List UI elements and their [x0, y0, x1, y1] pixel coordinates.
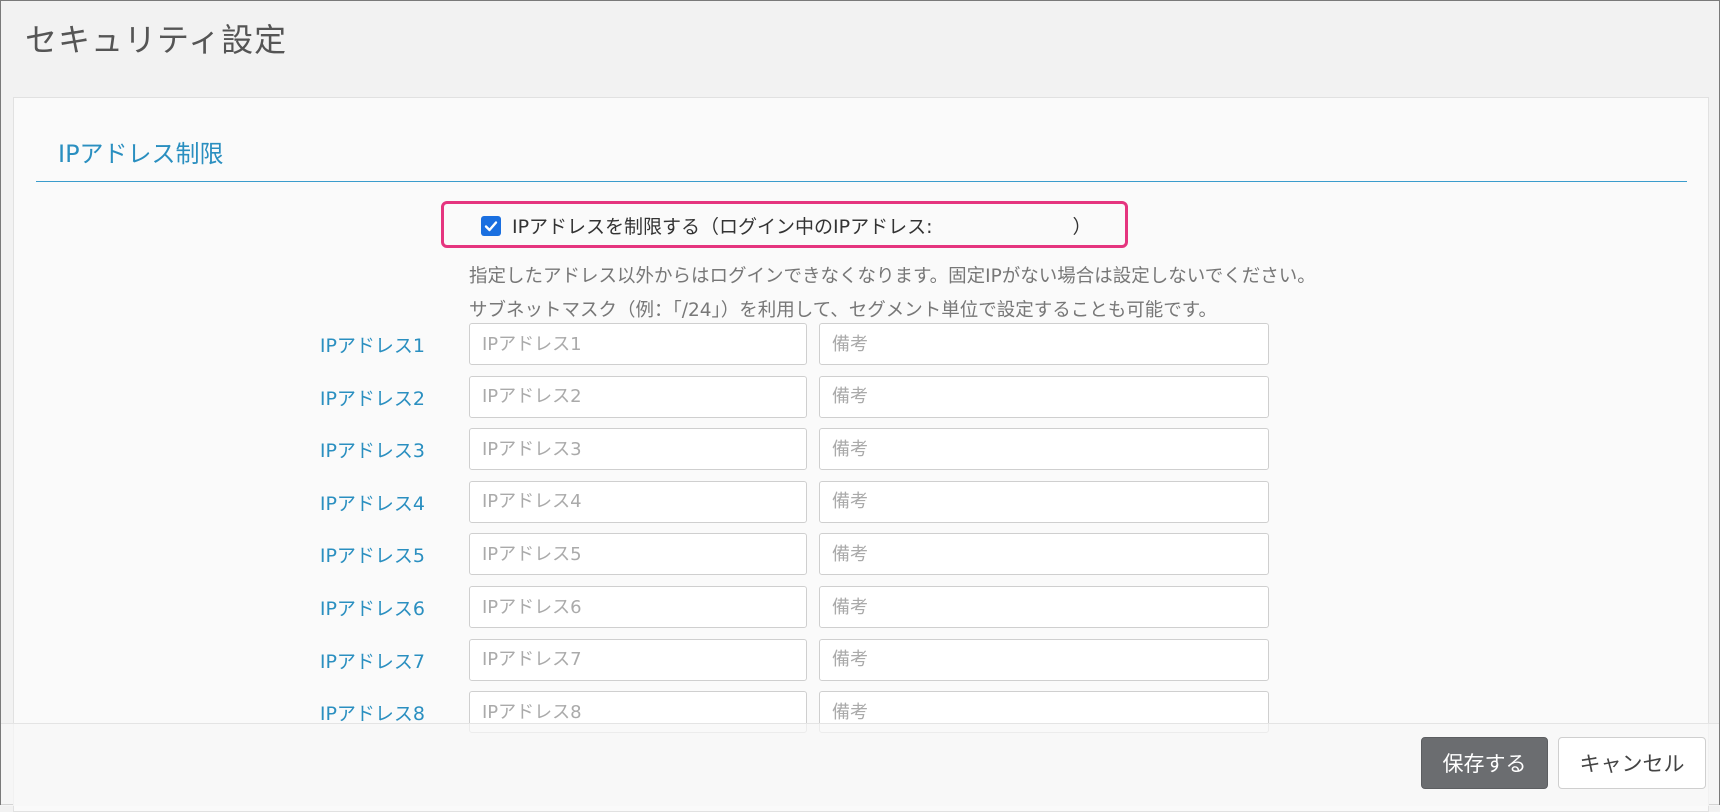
ip-address-input[interactable] — [469, 428, 807, 471]
section-divider — [36, 181, 1687, 182]
ip-address-input[interactable] — [469, 533, 807, 576]
note-input[interactable] — [819, 375, 1269, 418]
ip-restriction-panel: IPアドレス制限 IPアドレスを制限する（ログイン中のIPアドレス: ） 指定した… — [13, 97, 1709, 812]
checkmark-icon — [484, 221, 498, 232]
ip-address-row: IPアドレス7 — [14, 638, 1708, 681]
note-input[interactable] — [819, 638, 1269, 681]
page-title: セキュリティ設定 — [25, 21, 288, 59]
ip-address-label: IPアドレス2 — [319, 387, 425, 410]
ip-address-label: IPアドレス4 — [319, 492, 425, 515]
ip-address-row: IPアドレス6 — [14, 586, 1708, 628]
ip-address-label: IPアドレス7 — [319, 650, 425, 673]
cancel-button[interactable]: キャンセル — [1558, 737, 1706, 789]
note-input[interactable] — [819, 428, 1269, 471]
restrict-ip-checkbox[interactable] — [481, 216, 501, 236]
ip-address-label: IPアドレス6 — [319, 598, 425, 620]
note-input[interactable] — [819, 323, 1269, 365]
restrict-ip-label[interactable]: IPアドレスを制限する（ログイン中のIPアドレス: ） — [512, 212, 1092, 239]
description-line-2: サブネットマスク（例：「/24」）を利用して、セグメント単位で設定することも可能… — [469, 300, 1217, 321]
ip-address-row: IPアドレス2 — [14, 375, 1708, 418]
section-title: IPアドレス制限 — [58, 140, 224, 168]
note-input[interactable] — [819, 533, 1269, 576]
ip-address-input[interactable] — [469, 586, 807, 628]
ip-address-input[interactable] — [469, 638, 807, 681]
ip-address-input[interactable] — [469, 480, 807, 523]
ip-address-input[interactable] — [469, 375, 807, 418]
ip-address-input[interactable] — [469, 323, 807, 365]
restrict-ip-label-suffix: ） — [1072, 216, 1092, 238]
note-input[interactable] — [819, 586, 1269, 628]
ip-address-row: IPアドレス4 — [14, 480, 1708, 523]
ip-address-label: IPアドレス1 — [319, 335, 425, 357]
note-input[interactable] — [819, 480, 1269, 523]
ip-address-label: IPアドレス5 — [319, 545, 425, 568]
ip-address-row: IPアドレス5 — [14, 533, 1708, 576]
ip-address-row: IPアドレス1 — [14, 323, 1708, 365]
restrict-ip-label-prefix: IPアドレスを制限する（ログイン中のIPアドレス: — [512, 216, 933, 238]
description-line-1: 指定したアドレス以外からはログインできなくなります。固定IPがない場合は設定しな… — [469, 266, 1316, 287]
ip-address-row: IPアドレス3 — [14, 428, 1708, 471]
save-button[interactable]: 保存する — [1421, 737, 1548, 789]
ip-address-label: IPアドレス3 — [319, 440, 425, 463]
